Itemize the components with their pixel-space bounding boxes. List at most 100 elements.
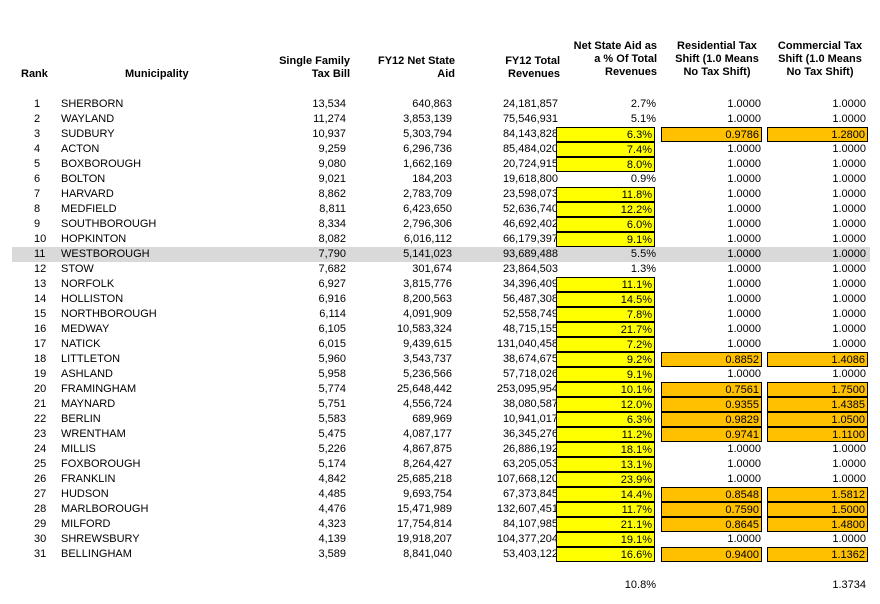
cell-municipality: NORTHBOROUGH bbox=[61, 308, 157, 320]
cell-rank: 22 bbox=[34, 413, 47, 425]
cell-commercial-shift: 1.4800 bbox=[767, 517, 868, 532]
cell-residential-shift: 1.0000 bbox=[727, 443, 761, 455]
cell-tax-bill: 4,476 bbox=[318, 503, 346, 515]
table-row: 6 BOLTON 9,021 184,203 19,618,800 0.9% 1.0000 1… bbox=[0, 172, 880, 187]
cell-aid-pct: 7.2% bbox=[556, 337, 655, 352]
cell-state-aid: 689,969 bbox=[412, 413, 452, 425]
cell-state-aid: 4,087,177 bbox=[403, 428, 452, 440]
cell-rank: 28 bbox=[34, 503, 47, 515]
cell-municipality: MEDFIELD bbox=[61, 203, 117, 215]
cell-aid-pct: 19.1% bbox=[556, 532, 655, 547]
cell-residential-shift: 0.8852 bbox=[661, 352, 762, 367]
cell-municipality: ASHLAND bbox=[61, 368, 113, 380]
cell-residential-shift: 1.0000 bbox=[727, 323, 761, 335]
cell-revenues: 38,674,675 bbox=[502, 353, 558, 365]
cell-revenues: 20,724,915 bbox=[502, 158, 558, 170]
header-rank: Rank bbox=[21, 68, 48, 80]
cell-municipality: WRENTHAM bbox=[61, 428, 126, 440]
cell-aid-pct: 14.5% bbox=[556, 292, 655, 307]
table-row: 23 WRENTHAM 5,475 4,087,177 36,345,276 11.2% 0… bbox=[0, 427, 880, 442]
cell-aid-pct: 1.3% bbox=[630, 263, 656, 275]
total-aid-pct: 10.8% bbox=[624, 579, 656, 591]
cell-revenues: 36,345,276 bbox=[502, 428, 558, 440]
cell-aid-pct: 9.1% bbox=[556, 367, 655, 382]
cell-aid-pct: 16.6% bbox=[556, 547, 655, 562]
cell-commercial-shift: 1.0000 bbox=[832, 458, 866, 470]
cell-state-aid: 5,303,794 bbox=[403, 128, 452, 140]
cell-residential-shift: 1.0000 bbox=[727, 473, 761, 485]
cell-revenues: 24,181,857 bbox=[502, 98, 558, 110]
cell-residential-shift: 1.0000 bbox=[727, 188, 761, 200]
cell-commercial-shift: 1.0000 bbox=[832, 443, 866, 455]
cell-aid-pct: 12.2% bbox=[556, 202, 655, 217]
cell-commercial-shift: 1.0000 bbox=[832, 323, 866, 335]
table-row: 15 NORTHBOROUGH 6,114 4,091,909 52,558,749 7.… bbox=[0, 307, 880, 322]
table-row: 12 STOW 7,682 301,674 23,864,503 1.3% 1.0000 1.… bbox=[0, 262, 880, 277]
cell-commercial-shift: 1.5812 bbox=[767, 487, 868, 502]
cell-rank: 10 bbox=[34, 233, 47, 245]
table-row: 13 NORFOLK 6,927 3,815,776 34,396,409 11.1% 1.… bbox=[0, 277, 880, 292]
cell-aid-pct: 10.1% bbox=[556, 382, 655, 397]
cell-revenues: 23,864,503 bbox=[502, 263, 558, 275]
cell-aid-pct: 7.8% bbox=[556, 307, 655, 322]
cell-tax-bill: 8,862 bbox=[318, 188, 346, 200]
cell-commercial-shift: 1.7500 bbox=[767, 382, 868, 397]
cell-residential-shift: 1.0000 bbox=[727, 293, 761, 305]
header-municipality: Municipality bbox=[125, 68, 189, 80]
cell-municipality: SHREWSBURY bbox=[61, 533, 140, 545]
cell-state-aid: 5,141,023 bbox=[403, 248, 452, 260]
cell-rank: 3 bbox=[34, 128, 41, 140]
cell-commercial-shift: 1.0000 bbox=[832, 338, 866, 350]
cell-residential-shift: 0.7561 bbox=[661, 382, 762, 397]
cell-tax-bill: 4,485 bbox=[318, 488, 346, 500]
table-row: 10 HOPKINTON 8,082 6,016,112 66,179,397 9.1% 1… bbox=[0, 232, 880, 247]
cell-commercial-shift: 1.0000 bbox=[832, 308, 866, 320]
cell-commercial-shift: 1.0000 bbox=[832, 158, 866, 170]
cell-commercial-shift: 1.0000 bbox=[832, 188, 866, 200]
cell-commercial-shift: 1.0000 bbox=[832, 278, 866, 290]
cell-revenues: 107,668,120 bbox=[496, 473, 558, 485]
cell-municipality: HUDSON bbox=[61, 488, 109, 500]
cell-aid-pct: 9.1% bbox=[556, 232, 655, 247]
cell-rank: 13 bbox=[34, 278, 47, 290]
cell-aid-pct: 21.7% bbox=[556, 322, 655, 337]
table-row: 24 MILLIS 5,226 4,867,875 26,886,192 18.1% 1.0… bbox=[0, 442, 880, 457]
cell-tax-bill: 13,534 bbox=[312, 98, 346, 110]
cell-tax-bill: 5,958 bbox=[318, 368, 346, 380]
cell-municipality: MEDWAY bbox=[61, 323, 110, 335]
cell-residential-shift: 0.9786 bbox=[661, 127, 762, 142]
cell-residential-shift: 0.9400 bbox=[661, 547, 762, 562]
cell-commercial-shift: 1.2800 bbox=[767, 127, 868, 142]
cell-aid-pct: 8.0% bbox=[556, 157, 655, 172]
cell-state-aid: 3,815,776 bbox=[403, 278, 452, 290]
cell-revenues: 66,179,397 bbox=[502, 233, 558, 245]
cell-residential-shift: 1.0000 bbox=[727, 143, 761, 155]
cell-residential-shift: 0.8645 bbox=[661, 517, 762, 532]
cell-municipality: MAYNARD bbox=[61, 398, 116, 410]
cell-revenues: 46,692,402 bbox=[502, 218, 558, 230]
cell-tax-bill: 6,105 bbox=[318, 323, 346, 335]
cell-aid-pct: 18.1% bbox=[556, 442, 655, 457]
table-row: 20 FRAMINGHAM 5,774 25,648,442 253,095,954 10… bbox=[0, 382, 880, 397]
cell-aid-pct: 7.4% bbox=[556, 142, 655, 157]
cell-tax-bill: 5,174 bbox=[318, 458, 346, 470]
table-row: 29 MILFORD 4,323 17,754,814 84,107,985 21.1% 0… bbox=[0, 517, 880, 532]
cell-tax-bill: 5,960 bbox=[318, 353, 346, 365]
table-row: 31 BELLINGHAM 3,589 8,841,040 53,403,122 16.6… bbox=[0, 547, 880, 562]
cell-municipality: LITTLETON bbox=[61, 353, 121, 365]
table-row: 5 BOXBOROUGH 9,080 1,662,169 20,724,915 8.0% 1… bbox=[0, 157, 880, 172]
cell-rank: 5 bbox=[34, 158, 41, 170]
cell-state-aid: 6,296,736 bbox=[403, 143, 452, 155]
cell-rank: 18 bbox=[34, 353, 47, 365]
cell-residential-shift: 0.7590 bbox=[661, 502, 762, 517]
cell-municipality: BOXBOROUGH bbox=[61, 158, 142, 170]
cell-aid-pct: 11.1% bbox=[556, 277, 655, 292]
cell-municipality: MILLIS bbox=[61, 443, 96, 455]
cell-commercial-shift: 1.0000 bbox=[832, 143, 866, 155]
cell-rank: 20 bbox=[34, 383, 47, 395]
cell-revenues: 85,484,020 bbox=[502, 143, 558, 155]
cell-rank: 15 bbox=[34, 308, 47, 320]
cell-aid-pct: 2.7% bbox=[630, 98, 656, 110]
cell-municipality: BERLIN bbox=[61, 413, 101, 425]
cell-residential-shift: 0.9829 bbox=[661, 412, 762, 427]
